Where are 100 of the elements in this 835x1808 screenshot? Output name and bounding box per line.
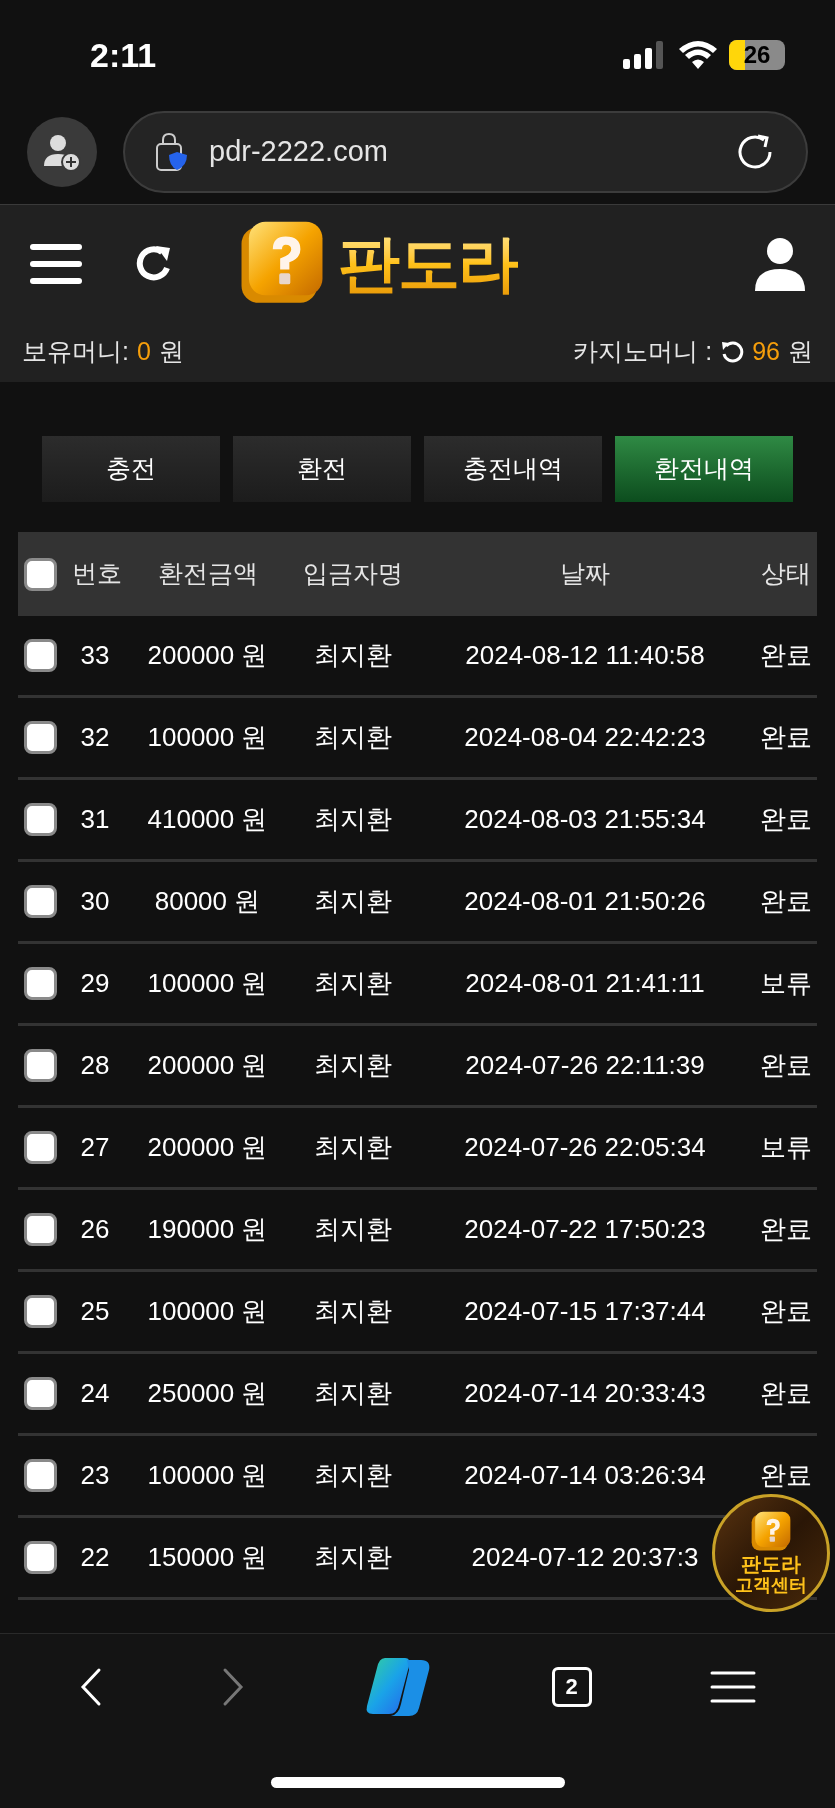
column-header: 날짜 [560, 558, 610, 590]
table-cell-text: 완료 [760, 803, 812, 836]
table-cell-text: 410000 원 [147, 803, 268, 836]
user-icon[interactable] [755, 236, 805, 291]
table-cell-text: 22 [80, 1541, 110, 1574]
table-cell-text: 완료 [760, 1049, 812, 1082]
table-cell-text: 완료 [760, 1295, 812, 1328]
tab[interactable]: 환전 [233, 436, 411, 502]
table-cell-text: 250000 원 [147, 1377, 268, 1410]
table-cell-text: 최지환 [313, 803, 392, 836]
checkbox[interactable] [24, 721, 57, 754]
table-cell-text: 최지환 [313, 1213, 392, 1246]
table-cell-text: 2024-07-14 03:26:34 [464, 1459, 706, 1492]
reset-icon[interactable] [720, 340, 745, 364]
checkbox[interactable] [24, 967, 57, 1000]
table-cell-text: 최지환 [313, 1049, 392, 1082]
table-cell-text: 33 [80, 639, 110, 672]
table-cell-text: 31 [80, 803, 110, 836]
table-cell-text: 최지환 [313, 885, 392, 918]
table-cell-text: 30 [80, 885, 110, 918]
table-cell-text: 2024-08-01 21:50:26 [464, 885, 706, 918]
address-bar[interactable]: pdr-2222.com [123, 111, 808, 193]
table-cell-text: 100000 원 [147, 1459, 268, 1492]
checkbox[interactable] [24, 885, 57, 918]
status-time: 2:11 [90, 34, 157, 76]
column-header: 번호 [72, 558, 122, 590]
table-cell-text: 28 [80, 1049, 110, 1082]
checkbox[interactable] [24, 1295, 57, 1328]
table-cell-text: 2024-07-26 22:11:39 [465, 1049, 705, 1082]
table-cell-text: 29 [80, 967, 110, 1000]
table-cell-text: 200000 원 [147, 639, 268, 672]
checkbox[interactable] [24, 639, 57, 672]
table-cell-text: 80000 원 [154, 885, 261, 918]
badge-center-text: 고객센터 [735, 1574, 807, 1597]
table-cell-text: 2024-08-12 11:40:58 [465, 639, 705, 672]
wifi-icon [679, 41, 717, 69]
table-cell-text: 보류 [760, 967, 812, 1000]
customer-center-badge[interactable]: 판도라 고객센터 [712, 1494, 830, 1612]
casino-money-label: 카지노머니 : [573, 336, 713, 368]
table-cell-text: 27 [80, 1131, 110, 1164]
tab[interactable]: 충전 [42, 436, 220, 502]
tab[interactable]: 충전내역 [424, 436, 602, 502]
wallet-unit: 원 [158, 336, 184, 368]
table-cell-text: 2024-07-14 20:33:43 [464, 1377, 706, 1410]
table-cell-text: 최지환 [313, 1131, 392, 1164]
table-cell-text: 100000 원 [147, 721, 268, 754]
table-cell-text: 2024-07-26 22:05:34 [464, 1131, 706, 1164]
table-cell-text: 2024-07-15 17:37:44 [464, 1295, 706, 1328]
table-cell-text: 24 [80, 1377, 110, 1410]
badge-brand-text: 판도라 [741, 1553, 801, 1574]
tab[interactable]: 환전내역 [615, 436, 793, 502]
wallet-label: 보유머니: [22, 336, 129, 368]
url-text: pdr-2222.com [209, 134, 389, 170]
table-cell-text: 2024-07-22 17:50:23 [464, 1213, 706, 1246]
table-cell-text: 완료 [760, 639, 812, 672]
table-cell-text: 2024-07-12 20:37:3 [471, 1541, 699, 1574]
table-cell-text: 최지환 [313, 1295, 392, 1328]
table-cell-text: 최지환 [313, 967, 392, 1000]
table-cell-text: 100000 원 [147, 1295, 268, 1328]
menu-icon[interactable] [709, 1669, 756, 1704]
user-add-icon [42, 132, 82, 172]
column-header: 입금자명 [302, 558, 403, 590]
table-cell-text: 최지환 [313, 1459, 392, 1492]
checkbox[interactable] [24, 1213, 57, 1246]
casino-money-unit: 원 [788, 336, 813, 368]
table-cell-text: 150000 원 [147, 1541, 268, 1574]
checkbox[interactable] [24, 803, 57, 836]
table-cell-text: 25 [80, 1295, 110, 1328]
table-cell-text: 완료 [760, 885, 812, 918]
table-cell-text: 200000 원 [147, 1131, 268, 1164]
table-cell-text: 26 [80, 1213, 110, 1246]
table-cell-text: 190000 원 [147, 1213, 268, 1246]
tab-count-button[interactable]: 2 [551, 1666, 592, 1707]
lock-shield-icon [155, 132, 189, 172]
table-cell-text: 2024-08-03 21:55:34 [464, 803, 706, 836]
table-cell-text: 최지환 [313, 1541, 392, 1574]
table-cell-text: 최지환 [313, 1377, 392, 1410]
table-cell-text: 보류 [760, 1131, 812, 1164]
checkbox[interactable] [24, 1049, 57, 1082]
menu-icon[interactable] [30, 241, 82, 286]
table-cell-text: 23 [80, 1459, 110, 1492]
checkbox[interactable] [24, 1131, 57, 1164]
table-cell-text: 완료 [760, 1377, 812, 1410]
checkbox[interactable] [24, 1377, 57, 1410]
wallet-amount: 0 [136, 336, 151, 368]
table-cell-text: 100000 원 [147, 967, 268, 1000]
checkbox[interactable] [24, 1541, 57, 1574]
checkbox[interactable] [24, 1459, 57, 1492]
table-cell-text: 2024-08-01 21:41:11 [465, 967, 705, 1000]
table-cell-text: 최지환 [313, 721, 392, 754]
column-header: 환전금액 [157, 558, 258, 590]
column-header: 상태 [761, 558, 811, 590]
table-cell-text: 32 [80, 721, 110, 754]
table-cell-text: 완료 [760, 1213, 812, 1246]
table-cell-text: 완료 [760, 1459, 812, 1492]
table-cell-text: 최지환 [313, 639, 392, 672]
table-cell-text: 완료 [760, 721, 812, 754]
table-cell-text: 200000 원 [147, 1049, 268, 1082]
checkbox[interactable] [24, 557, 57, 591]
casino-money-amount: 96 [752, 336, 780, 368]
